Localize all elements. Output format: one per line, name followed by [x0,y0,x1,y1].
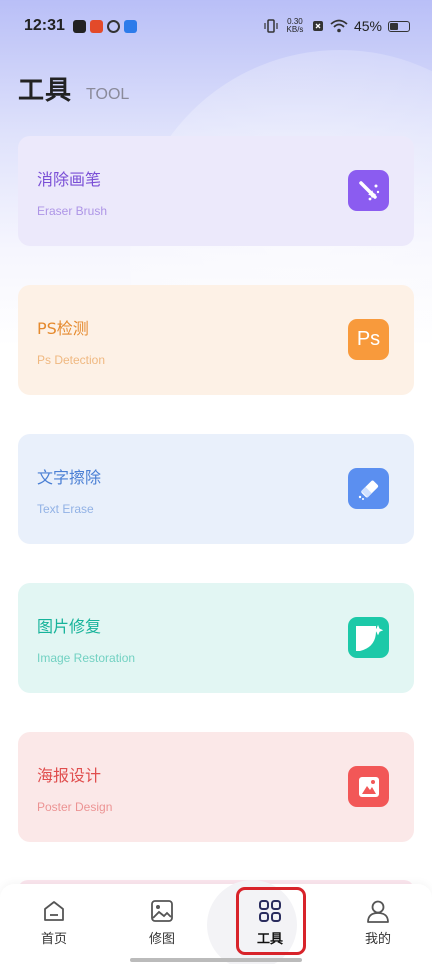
tool-card-title: 图片修复 [37,617,102,636]
tool-card-title: PS检测 [37,319,89,338]
tool-card-subtitle: Eraser Brush [37,204,108,218]
tool-card-subtitle: Poster Design [37,800,113,814]
wifi-icon [330,19,348,33]
battery-percentage: 45% [353,18,382,34]
network-speed-unit: KB/s [286,25,304,34]
tab-home[interactable]: 首页 [19,898,89,954]
tab-retouch[interactable]: 修图 [127,898,197,954]
video-app-icon [72,19,86,33]
tool-card-subtitle: Ps Detection [37,353,106,367]
tool-card[interactable]: 海报设计 Poster Design [18,732,414,842]
battery-fill [390,22,399,30]
alipay-app-icon [123,19,137,33]
tool-card-title: 文字擦除 [37,468,102,487]
bottom-tab-bar: 首页 修图 工具 我的 [0,880,432,964]
tab-mine[interactable]: 我的 [343,898,413,954]
tool-card[interactable]: PS检测 Ps Detection Ps [18,285,414,395]
poster-icon [348,766,389,807]
tool-card-title: 海报设计 [37,766,102,785]
magic-brush-icon [348,170,389,211]
tool-card-subtitle: Image Restoration [37,651,136,665]
tool-card[interactable]: 文字擦除 Text Erase [18,434,414,544]
eraser-icon [348,468,389,509]
tab-home-label: 首页 [40,932,67,947]
no-sim-icon [312,21,323,31]
sync-app-icon [106,19,120,33]
tools-tab-highlight [236,887,306,955]
news-app-icon [89,19,103,33]
status-time: 12:31 [24,17,65,34]
notification-icons [72,19,137,33]
decorative-circle [130,50,432,470]
network-speed: 0.30 KB/s [284,18,306,34]
tool-card[interactable]: 图片修复 Image Restoration [18,583,414,693]
ps-icon: Ps [348,319,389,360]
tool-card-subtitle: Text Erase [37,502,94,516]
page-subtitle: TOOL [86,86,130,103]
tab-retouch-label: 修图 [148,932,175,947]
home-indicator[interactable] [130,958,302,962]
vibrate-icon [264,19,278,33]
image-restore-icon [348,617,389,658]
tool-card-title: 消除画笔 [37,170,102,189]
status-bar: 12:31 0.30 KB/s 45% [0,0,432,52]
home-icon [44,901,64,921]
profile-icon [367,900,389,923]
page-header: 工具 TOOL [18,70,129,107]
image-icon [151,900,173,922]
page-title: 工具 [18,76,73,106]
ps-icon-label: Ps [356,328,381,350]
tool-card[interactable]: 消除画笔 Eraser Brush [18,136,414,246]
tab-mine-label: 我的 [364,932,391,947]
battery-icon [388,20,410,32]
